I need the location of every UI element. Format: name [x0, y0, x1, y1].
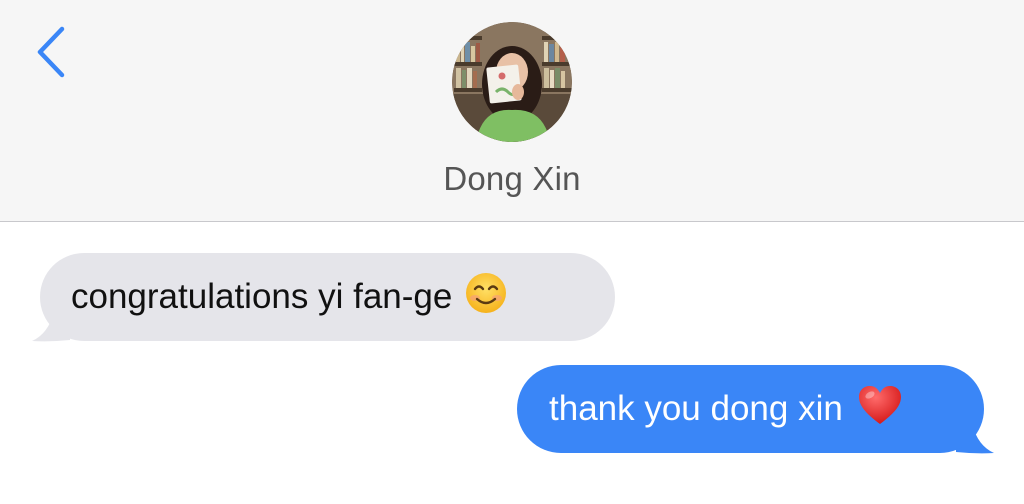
- message-bubble-incoming[interactable]: congratulations yi fan-ge: [40, 253, 615, 341]
- chevron-left-icon: [37, 26, 65, 78]
- avatar[interactable]: [452, 22, 572, 142]
- back-button[interactable]: [26, 24, 76, 80]
- contact-name[interactable]: Dong Xin: [0, 160, 1024, 198]
- smiling-face-icon: [464, 271, 508, 324]
- conversation-header: Dong Xin: [0, 0, 1024, 222]
- message-text: thank you dong xin: [549, 389, 843, 428]
- red-heart-icon: [857, 384, 903, 435]
- contact-photo: [452, 22, 572, 142]
- message-bubble-outgoing[interactable]: thank you dong xin: [517, 365, 984, 453]
- messages-screen: Dong Xin congratulations yi fan-ge thank…: [0, 0, 1024, 504]
- message-text: congratulations yi fan-ge: [71, 277, 453, 316]
